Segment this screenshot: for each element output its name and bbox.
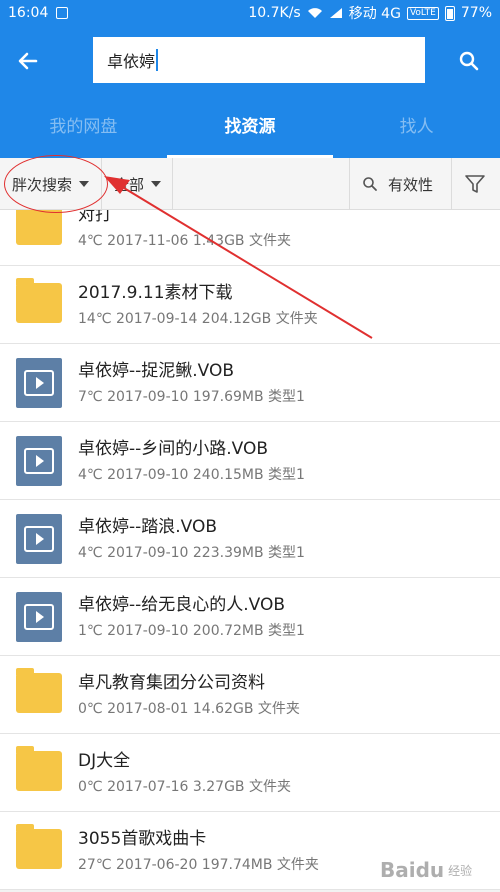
validity-filter-label: 有效性 xyxy=(388,175,434,194)
carrier-label: 移动 4G xyxy=(348,6,401,22)
list-item[interactable]: 对打 4℃ 2017-11-06 1.43GB 文件夹 xyxy=(0,210,500,266)
file-name: 2017.9.11素材下载 xyxy=(78,283,233,303)
file-name: 卓依婷--乡间的小路.VOB xyxy=(78,439,269,459)
funnel-icon xyxy=(465,175,485,193)
video-file-icon xyxy=(16,358,62,408)
video-file-icon xyxy=(16,436,62,486)
back-button[interactable] xyxy=(16,46,56,76)
battery-icon xyxy=(444,5,455,21)
caret-down-icon xyxy=(79,181,90,187)
volte-badge: VoLTE xyxy=(406,6,439,20)
search-query: 卓依婷 xyxy=(107,52,156,71)
caret-down-icon xyxy=(151,181,162,187)
app-bar: 卓依婷 xyxy=(0,26,500,96)
validity-filter-button[interactable]: 有效性 xyxy=(362,158,433,210)
list-item[interactable]: 2017.9.11素材下载 14℃ 2017-09-14 204.12GB 文件… xyxy=(0,266,500,344)
play-icon xyxy=(24,370,54,396)
file-meta: 0℃ 2017-07-16 3.27GB 文件夹 xyxy=(78,779,291,795)
list-item[interactable]: 3055首歌戏曲卡 27℃ 2017-06-20 197.74MB 文件夹 xyxy=(0,812,500,890)
status-bar: 16:04 10.7K/s 移动 4G VoLTE 77% xyxy=(0,0,500,26)
file-meta: 27℃ 2017-06-20 197.74MB 文件夹 xyxy=(78,857,319,873)
list-item[interactable]: 卓依婷--踏浪.VOB 4℃ 2017-09-10 223.39MB 类型1 xyxy=(0,500,500,578)
file-meta: 4℃ 2017-09-10 240.15MB 类型1 xyxy=(78,467,305,483)
file-name: 卓依婷--踏浪.VOB xyxy=(78,517,218,537)
search-input[interactable]: 卓依婷 xyxy=(93,37,425,83)
file-meta: 4℃ 2017-09-10 223.39MB 类型1 xyxy=(78,545,305,561)
folder-icon xyxy=(16,746,62,791)
sort-dropdown-label: 胖次搜索 xyxy=(12,175,73,194)
tab-my-disk[interactable]: 我的网盘 xyxy=(0,96,167,158)
file-name: 3055首歌戏曲卡 xyxy=(78,829,207,849)
network-speed: 10.7K/s xyxy=(248,5,301,21)
tab-find-resources[interactable]: 找资源 xyxy=(166,96,334,158)
video-file-icon xyxy=(16,592,62,642)
folder-icon xyxy=(16,668,62,713)
filter-bar: 胖次搜索 全部 有效性 xyxy=(0,158,500,210)
file-name: 卓凡教育集团分公司资料 xyxy=(78,673,265,693)
list-item[interactable]: 卓依婷--给无良心的人.VOB 1℃ 2017-09-10 200.72MB 类… xyxy=(0,578,500,656)
play-icon xyxy=(24,448,54,474)
image-notification-icon xyxy=(56,7,69,19)
type-dropdown-label: 全部 xyxy=(114,175,145,194)
file-name: DJ大全 xyxy=(78,751,131,771)
list-item[interactable]: 卓凡教育集团分公司资料 0℃ 2017-08-01 14.62GB 文件夹 xyxy=(0,656,500,734)
sort-dropdown[interactable]: 胖次搜索 xyxy=(12,158,90,210)
divider xyxy=(101,158,102,210)
arrow-left-icon xyxy=(18,52,38,70)
list-item[interactable]: 卓依婷--乡间的小路.VOB 4℃ 2017-09-10 240.15MB 类型… xyxy=(0,422,500,500)
signal-icon xyxy=(329,8,342,18)
file-name: 卓依婷--给无良心的人.VOB xyxy=(78,595,286,615)
search-icon xyxy=(363,177,377,191)
video-file-icon xyxy=(16,514,62,564)
search-icon xyxy=(459,51,479,71)
divider xyxy=(172,158,173,210)
search-button[interactable] xyxy=(458,46,484,76)
type-dropdown[interactable]: 全部 xyxy=(114,158,162,210)
divider xyxy=(451,158,452,210)
play-icon xyxy=(24,526,54,552)
filter-button[interactable] xyxy=(464,158,486,210)
list-item[interactable]: 卓依婷--捉泥鳅.VOB 7℃ 2017-09-10 197.69MB 类型1 xyxy=(0,344,500,422)
file-meta: 7℃ 2017-09-10 197.69MB 类型1 xyxy=(78,389,305,405)
file-meta: 4℃ 2017-11-06 1.43GB 文件夹 xyxy=(78,233,291,249)
file-meta: 0℃ 2017-08-01 14.62GB 文件夹 xyxy=(78,701,300,717)
tab-bar: 我的网盘 找资源 找人 xyxy=(0,96,500,158)
file-meta: 14℃ 2017-09-14 204.12GB 文件夹 xyxy=(78,311,318,327)
file-name: 卓依婷--捉泥鳅.VOB xyxy=(78,361,235,381)
list-item[interactable]: DJ大全 0℃ 2017-07-16 3.27GB 文件夹 xyxy=(0,734,500,812)
file-name: 对打 xyxy=(78,210,112,225)
wifi-icon xyxy=(307,8,322,18)
divider xyxy=(349,158,350,210)
folder-icon xyxy=(16,278,62,323)
folder-icon xyxy=(16,210,62,245)
file-list: 对打 4℃ 2017-11-06 1.43GB 文件夹 2017.9.11素材下… xyxy=(0,210,500,892)
text-cursor xyxy=(156,49,159,71)
tab-find-people[interactable]: 找人 xyxy=(333,96,500,158)
battery-level: 77% xyxy=(460,5,492,21)
status-time: 16:04 xyxy=(8,5,49,21)
file-meta: 1℃ 2017-09-10 200.72MB 类型1 xyxy=(78,623,305,639)
play-icon xyxy=(24,604,54,630)
folder-icon xyxy=(16,824,62,869)
